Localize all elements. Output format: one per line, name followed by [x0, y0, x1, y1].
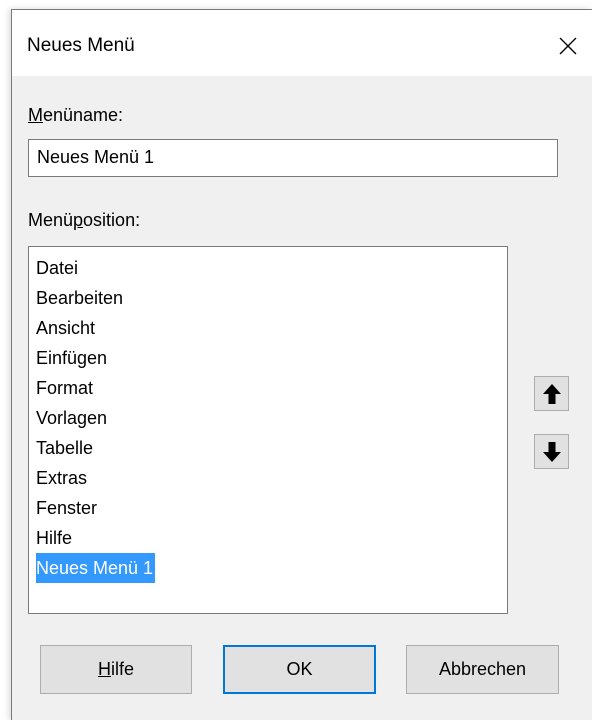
- menu-name-label: Menüname:: [28, 105, 123, 126]
- dialog-window: Neues Menü Menüname: Neues Menü 1 Menüpo…: [11, 9, 592, 720]
- menu-name-input[interactable]: Neues Menü 1: [28, 139, 558, 177]
- list-item[interactable]: Einfügen: [29, 343, 507, 373]
- help-button-mnemonic: H: [97, 659, 111, 679]
- menu-name-label-mnemonic: M: [28, 105, 43, 125]
- menu-position-label-before: Menü: [28, 210, 74, 230]
- close-button[interactable]: [544, 26, 592, 66]
- list-item-label: Datei: [36, 258, 79, 278]
- cancel-button-label: Abbrechen: [438, 659, 527, 679]
- list-item[interactable]: Fenster: [29, 493, 507, 523]
- list-item-label: Format: [36, 378, 94, 398]
- list-item[interactable]: Vorlagen: [29, 403, 507, 433]
- list-item[interactable]: Ansicht: [29, 313, 507, 343]
- help-button[interactable]: Hilfe: [40, 645, 192, 694]
- title-bar: Neues Menü: [12, 10, 592, 76]
- menu-position-label-after: osition:: [83, 210, 141, 230]
- arrow-up-icon: [542, 383, 561, 404]
- dialog-title: Neues Menü: [27, 35, 135, 56]
- list-item-label: Neues Menü 1: [36, 553, 156, 583]
- move-down-button[interactable]: [534, 434, 569, 469]
- list-item-label: Vorlagen: [36, 408, 108, 428]
- list-item[interactable]: Hilfe: [29, 523, 507, 553]
- menu-name-label-text: enüname:: [43, 105, 124, 125]
- list-item-label: Ansicht: [36, 318, 96, 338]
- close-icon: [559, 37, 577, 55]
- list-item-label: Extras: [36, 468, 88, 488]
- list-item-label: Tabelle: [36, 438, 94, 458]
- menu-position-label: Menüposition:: [28, 210, 140, 231]
- list-item-label: Fenster: [36, 498, 98, 518]
- menu-position-list[interactable]: Datei Bearbeiten Ansicht Einfügen Format Vorl…: [28, 246, 508, 614]
- cancel-button[interactable]: Abbrechen: [406, 645, 559, 694]
- list-item[interactable]: Datei: [29, 253, 507, 283]
- list-item-label: Hilfe: [36, 528, 73, 548]
- ok-button[interactable]: OK: [223, 645, 376, 694]
- menu-position-label-mnemonic: p: [73, 210, 84, 230]
- list-item[interactable]: Bearbeiten: [29, 283, 507, 313]
- help-button-label: ilfe: [110, 659, 134, 679]
- list-item[interactable]: Neues Menü 1: [29, 553, 507, 583]
- list-item[interactable]: Tabelle: [29, 433, 507, 463]
- list-item-label: Einfügen: [36, 348, 108, 368]
- list-item-label: Bearbeiten: [36, 288, 124, 308]
- list-item[interactable]: Format: [29, 373, 507, 403]
- arrow-down-icon: [542, 441, 561, 462]
- move-up-button[interactable]: [534, 376, 569, 411]
- ok-button-label: OK: [286, 659, 313, 679]
- list-item[interactable]: Extras: [29, 463, 507, 493]
